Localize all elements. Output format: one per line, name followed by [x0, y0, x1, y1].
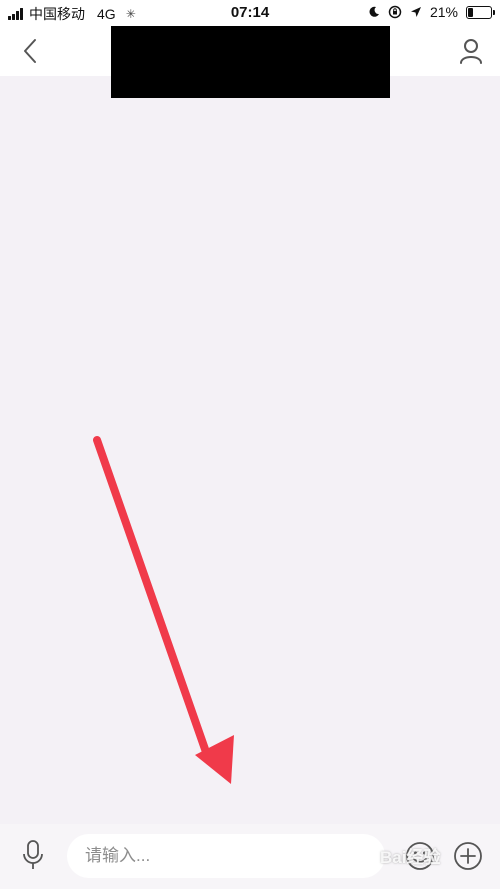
voice-button[interactable] — [18, 838, 48, 872]
carrier-name: 中国移动 — [29, 6, 85, 22]
network-type: 4G — [97, 6, 116, 22]
rotation-lock-icon — [388, 5, 402, 19]
loading-spinner-icon: ✳ — [125, 7, 136, 21]
status-left: 中国移动 4G ✳ — [8, 4, 136, 24]
chat-message-area — [0, 76, 500, 824]
signal-icon — [8, 8, 23, 20]
input-bar — [0, 824, 500, 889]
chevron-left-icon — [24, 39, 36, 63]
location-arrow-icon — [410, 7, 421, 17]
message-input[interactable] — [67, 834, 385, 878]
battery-percent: 21% — [429, 4, 458, 20]
battery-level — [468, 7, 474, 17]
moon-icon — [369, 6, 379, 17]
battery-icon — [466, 5, 495, 19]
status-right: 21% — [368, 4, 495, 20]
emoji-button[interactable] — [404, 840, 436, 872]
back-button[interactable] — [14, 34, 46, 68]
smiley-icon — [406, 842, 434, 870]
status-bar: 中国移动 4G ✳ 07:14 21% — [0, 0, 500, 26]
chat-screen: 中国移动 4G ✳ 07:14 21% 请输入... Bai经验 — [0, 0, 500, 889]
plus-button[interactable] — [452, 840, 484, 872]
plus-circle-icon — [454, 842, 482, 870]
user-icon — [460, 39, 482, 64]
microphone-icon — [23, 840, 43, 869]
profile-button[interactable] — [456, 36, 486, 66]
nav-bar — [0, 26, 500, 98]
